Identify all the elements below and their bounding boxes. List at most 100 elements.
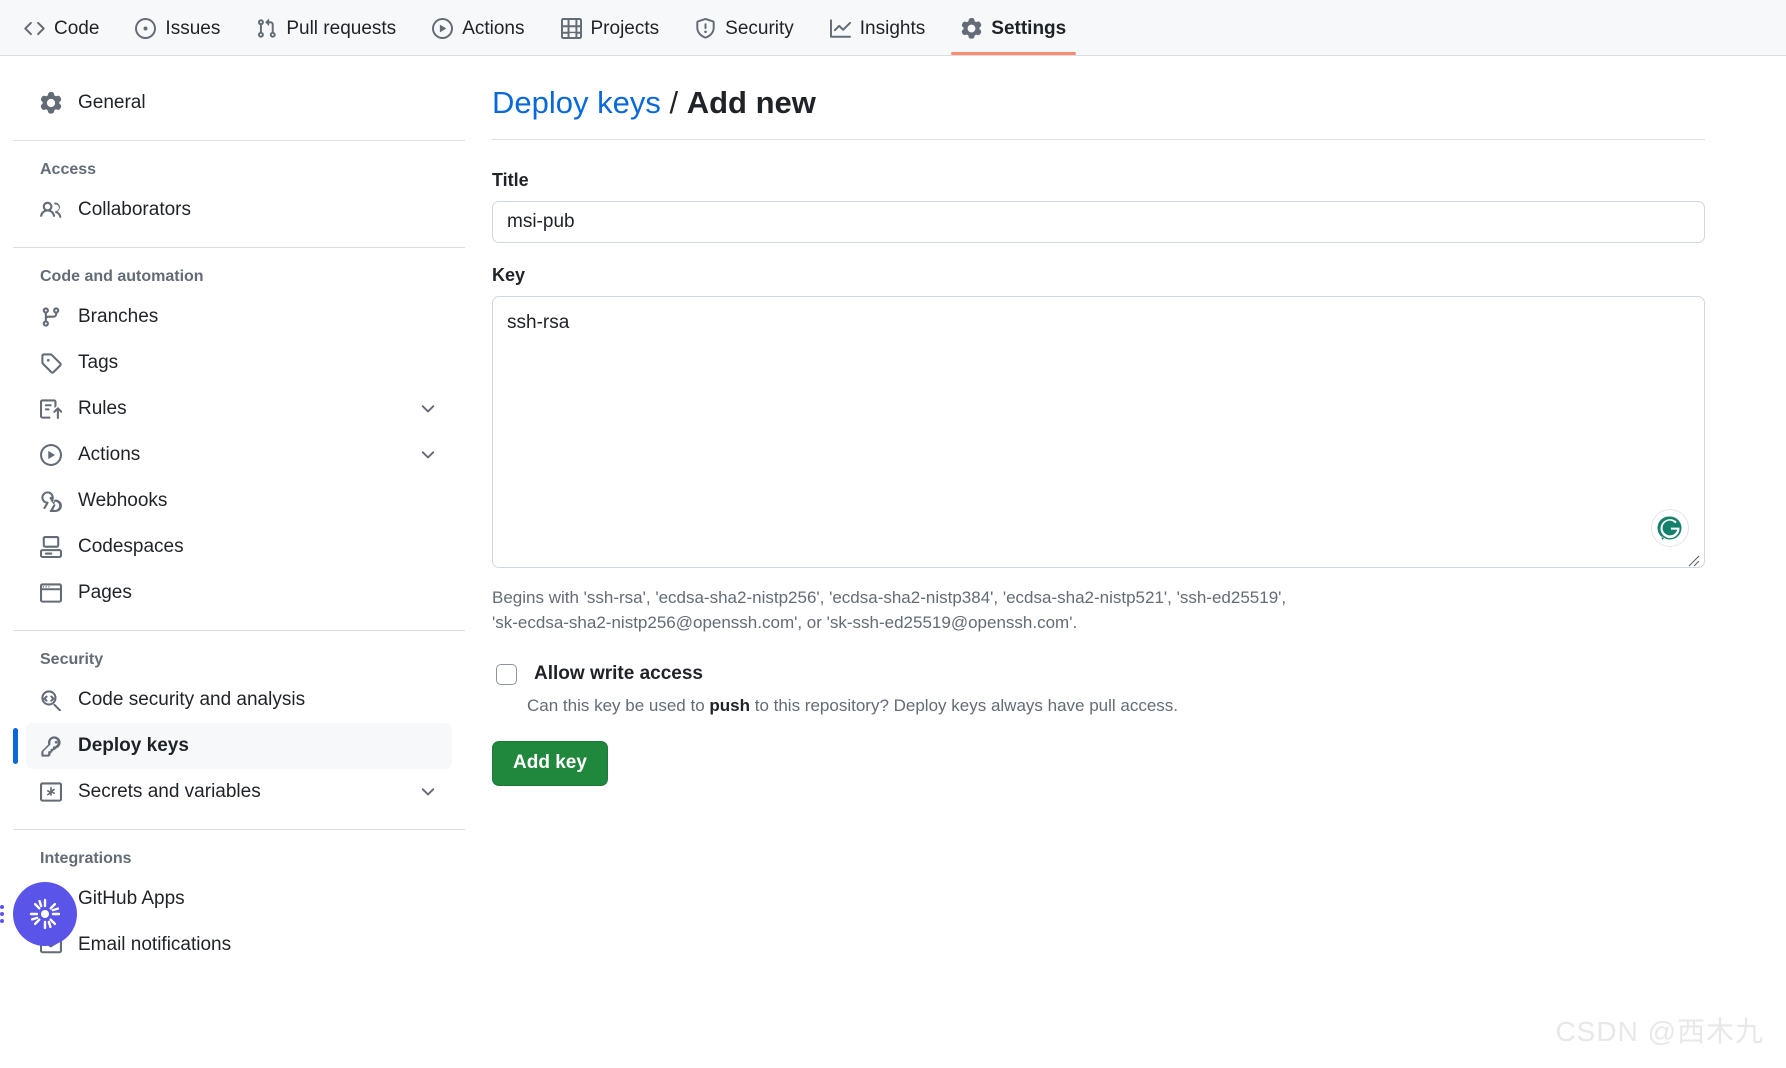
sidebar-heading-security: Security — [40, 651, 104, 668]
sidebar-item-code-security-and-analysis-label: Code security and analysis — [78, 689, 306, 710]
tab-issues[interactable]: Issues — [125, 1, 230, 55]
sidebar-item-secrets-and-variables-label: Secrets and variables — [78, 781, 261, 802]
sidebar-item-tags-label: Tags — [78, 352, 119, 373]
chevron-down-icon[interactable] — [418, 445, 438, 465]
sidebar-divider — [13, 140, 465, 141]
codespaces-icon — [40, 536, 62, 558]
main-content: Deploy keys / Add new Title Key — [478, 56, 1786, 1068]
write-access-desc-after: to this repository? Deploy keys always h… — [750, 696, 1179, 716]
graph-icon — [829, 18, 851, 39]
sidebar-item-collaborators-label: Collaborators — [78, 199, 191, 220]
play-icon — [432, 17, 454, 39]
rules-icon — [40, 398, 62, 420]
tag-icon — [40, 352, 62, 374]
asterisk-box-icon — [40, 781, 62, 803]
tab-projects-label: Projects — [590, 17, 660, 39]
drag-dot — [0, 912, 4, 916]
sidebar-item-rules-label: Rules — [78, 398, 127, 419]
tab-code-label: Code — [54, 17, 100, 39]
sidebar-item-code-security-and-analysis[interactable]: Code security and analysis — [26, 677, 452, 723]
sidebar-item-deploy-keys[interactable]: Deploy keys — [13, 723, 452, 769]
key-help-line-2: 'sk-ecdsa-sha2-nistp256@openssh.com', or… — [492, 612, 1078, 632]
allow-write-access-label[interactable]: Allow write access — [534, 661, 703, 688]
sidebar-section-security: Security Code security and analysis Depl… — [0, 637, 478, 815]
title-field-row: Title — [492, 170, 1705, 243]
csdn-watermark: CSDN @西木九 — [1555, 1016, 1764, 1047]
sidebar-item-email-notifications[interactable]: Email notifications — [26, 922, 452, 968]
key-field-row: Key ssh-rsa Begins with 'ssh-rsa', 'ecds… — [492, 265, 1705, 635]
drag-dot — [0, 919, 4, 923]
gear-icon — [40, 92, 62, 114]
shield-icon — [695, 17, 716, 39]
allow-write-access-row: Allow write access — [492, 661, 1705, 688]
tab-security[interactable]: Security — [685, 1, 804, 55]
code-icon — [24, 18, 45, 39]
sunburst-icon — [28, 897, 62, 931]
tab-settings-label: Settings — [991, 17, 1067, 39]
sidebar-divider — [13, 829, 465, 830]
chevron-down-icon[interactable] — [418, 782, 438, 802]
sidebar-item-secrets-and-variables[interactable]: Secrets and variables — [26, 769, 452, 815]
sidebar-item-pages[interactable]: Pages — [26, 570, 452, 616]
sidebar-item-codespaces[interactable]: Codespaces — [26, 524, 452, 570]
page-body: General Access Collaborators Code and au… — [0, 56, 1786, 1068]
sidebar-item-email-notifications-label: Email notifications — [78, 934, 232, 955]
tab-pull-requests[interactable]: Pull requests — [246, 1, 406, 55]
tab-insights[interactable]: Insights — [820, 1, 935, 55]
key-field-help: Begins with 'ssh-rsa', 'ecdsa-sha2-nistp… — [492, 585, 1705, 635]
gear-icon — [961, 17, 982, 39]
key-textarea[interactable] — [492, 295, 1705, 568]
drag-handle[interactable] — [0, 905, 6, 923]
tab-actions[interactable]: Actions — [422, 1, 534, 55]
breadcrumb-parent-link[interactable]: Deploy keys — [492, 85, 661, 120]
git-pull-request-icon — [256, 18, 277, 39]
tab-projects[interactable]: Projects — [551, 1, 670, 55]
tab-settings[interactable]: Settings — [951, 1, 1077, 55]
chevron-down-icon[interactable] — [418, 399, 438, 419]
sidebar-heading-integrations: Integrations — [40, 850, 132, 867]
allow-write-access-checkbox[interactable] — [496, 664, 517, 686]
sidebar-item-github-apps-label: GitHub Apps — [78, 888, 185, 909]
people-icon — [40, 199, 62, 221]
breadcrumb-current: Add new — [686, 85, 816, 120]
key-icon — [40, 735, 62, 757]
tab-security-label: Security — [725, 17, 794, 39]
sidebar-item-collaborators[interactable]: Collaborators — [26, 187, 452, 233]
page-title: Deploy keys / Add new — [492, 84, 1705, 140]
code-scan-icon — [40, 689, 62, 711]
sidebar-item-pages-label: Pages — [78, 582, 132, 603]
key-help-line-1: Begins with 'ssh-rsa', 'ecdsa-sha2-nistp… — [492, 587, 1287, 607]
sidebar-heading-access: Access — [40, 161, 97, 178]
table-icon — [560, 17, 582, 39]
repo-nav: Code Issues Pull requests Actions Projec… — [0, 0, 1786, 56]
sidebar-item-branches-label: Branches — [78, 306, 159, 327]
floating-action-button[interactable] — [13, 882, 77, 946]
title-field-label: Title — [492, 169, 529, 190]
sidebar-item-github-apps[interactable]: GitHub Apps — [26, 876, 452, 922]
sidebar-item-codespaces-label: Codespaces — [78, 536, 184, 557]
sidebar-item-rules[interactable]: Rules — [26, 386, 452, 432]
add-key-button[interactable]: Add key — [492, 740, 608, 786]
write-access-desc-before: Can this key be used to — [527, 696, 710, 716]
sidebar-item-webhooks-label: Webhooks — [78, 490, 168, 511]
sidebar-item-tags[interactable]: Tags — [26, 340, 452, 386]
browser-icon — [40, 582, 62, 604]
sidebar-item-actions-label: Actions — [78, 444, 141, 465]
sidebar-item-general[interactable]: General — [26, 80, 452, 126]
title-input[interactable] — [492, 200, 1705, 243]
tab-code[interactable]: Code — [14, 1, 109, 55]
key-field-label: Key — [492, 264, 526, 285]
issue-opened-icon — [135, 17, 157, 39]
sidebar-item-branches[interactable]: Branches — [26, 294, 452, 340]
sidebar-group-top: General — [0, 80, 478, 126]
sidebar-section-code-automation: Code and automation Branches Tags Rules — [0, 254, 478, 616]
sidebar-item-webhooks[interactable]: Webhooks — [26, 478, 452, 524]
grammarly-icon[interactable] — [1651, 508, 1689, 547]
sidebar-item-actions[interactable]: Actions — [26, 432, 452, 478]
play-icon — [40, 444, 62, 466]
tab-insights-label: Insights — [859, 17, 926, 39]
sidebar-item-deploy-keys-label: Deploy keys — [78, 735, 189, 756]
settings-sidebar: General Access Collaborators Code and au… — [0, 56, 478, 1068]
sidebar-item-general-label: General — [78, 92, 146, 113]
tab-actions-label: Actions — [462, 17, 525, 39]
